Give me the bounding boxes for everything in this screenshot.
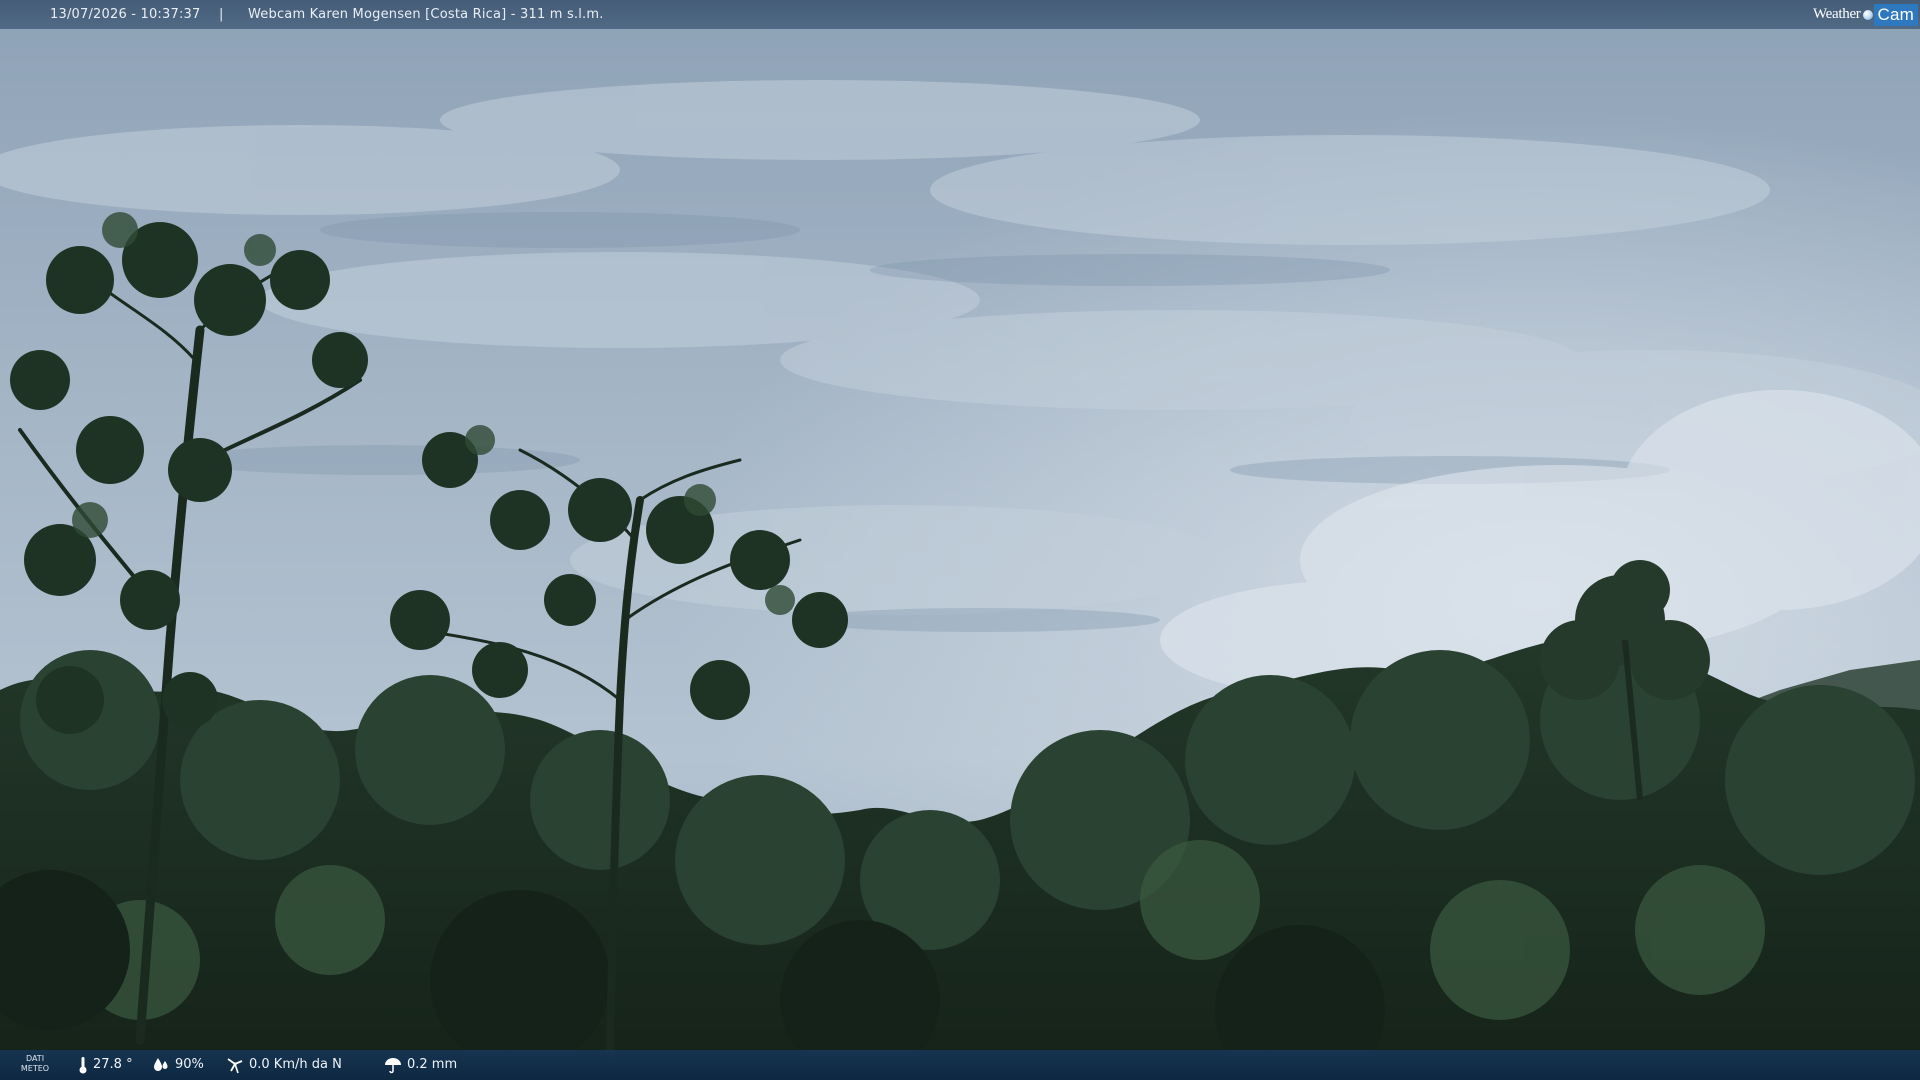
temperature-value: 27.8 ° xyxy=(93,1057,133,1072)
weathercam-logo: Weather Cam xyxy=(1813,2,1918,27)
thermometer-icon xyxy=(79,1057,87,1074)
weather-label-line1: DATI xyxy=(25,1054,45,1063)
webcam-caption: Webcam Karen Mogensen [Costa Rica] - 311… xyxy=(248,7,604,22)
umbrella-icon xyxy=(385,1058,401,1074)
wind-turbine-icon xyxy=(227,1058,243,1074)
top-caption-bar: 13/07/2026 - 10:37:37 | Webcam Karen Mog… xyxy=(0,0,1920,29)
logo-word-cam: Cam xyxy=(1873,3,1918,26)
rain-reading: 0.2 mm xyxy=(384,1050,457,1080)
humidity-reading: 90% xyxy=(152,1050,204,1080)
temperature-reading: 27.8 ° xyxy=(78,1050,133,1080)
weather-data-label: DATI METEO xyxy=(18,1054,52,1074)
rain-value: 0.2 mm xyxy=(407,1057,458,1072)
webcam-image xyxy=(0,0,1920,1080)
caption-separator: | xyxy=(219,7,224,22)
wind-value: 0.0 Km/h da N xyxy=(249,1057,342,1072)
timestamp: 13/07/2026 - 10:37:37 xyxy=(50,7,201,22)
logo-globe-icon xyxy=(1862,9,1873,20)
weather-data-bar: DATI METEO 27.8 ° 90% 0.0 Km/h da N 0.2 … xyxy=(0,1050,1920,1080)
logo-word-weather: Weather xyxy=(1813,6,1861,22)
humidity-drop-icon xyxy=(154,1058,168,1071)
wind-reading: 0.0 Km/h da N xyxy=(226,1050,342,1080)
weather-label-line2: METEO xyxy=(20,1064,50,1073)
humidity-value: 90% xyxy=(175,1057,204,1072)
webcam-frame: 13/07/2026 - 10:37:37 | Webcam Karen Mog… xyxy=(0,0,1920,1080)
